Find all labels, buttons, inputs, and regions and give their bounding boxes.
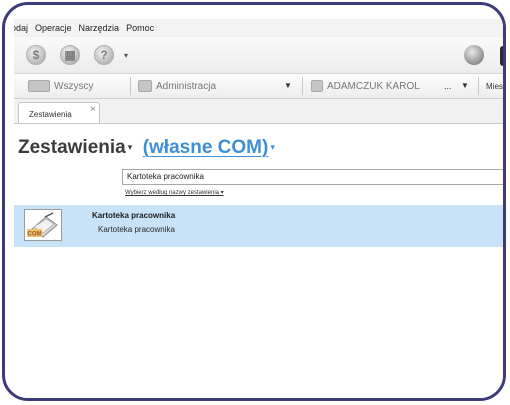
search-input[interactable]: Kartoteka pracownika (122, 169, 503, 185)
result-title: Kartoteka pracownika (92, 211, 176, 220)
tab-zestawienia[interactable]: Zestawienia × (18, 102, 100, 123)
tab-label: Zestawienia (29, 110, 72, 119)
result-description: Kartoteka pracownika (98, 225, 175, 234)
employee-dropdown-arrow[interactable]: ▼ (461, 74, 469, 98)
icon-toolbar: $ ▦ ? ▾ (14, 37, 503, 74)
help-icon[interactable]: ? (94, 45, 114, 65)
person-icon (311, 80, 323, 92)
context-bar: Wszyscy Administracja ▼ ADAMCZUK KAROL .… (14, 74, 505, 99)
page-subtitle-link[interactable]: (własne COM) (143, 137, 269, 158)
globe-icon[interactable] (464, 45, 484, 65)
filter-all-button[interactable]: Wszyscy (28, 74, 93, 98)
separator (302, 77, 303, 95)
chevron-down-icon[interactable]: ▾ (128, 142, 133, 152)
calculator-icon[interactable]: ▦ (60, 45, 80, 65)
search-mode-dropdown[interactable]: Wybierz według nazwy zestawienia ▾ (125, 189, 224, 196)
tab-strip: Zestawienia × (14, 99, 503, 124)
menu-bar: odaj Operacje Narzędzia Pomoc (14, 19, 503, 37)
list-item[interactable]: COM Kartoteka pracownika Kartoteka praco… (14, 205, 503, 247)
book-icon[interactable] (500, 46, 503, 66)
menu-item-dodaj[interactable]: odaj (14, 23, 28, 33)
help-dropdown-arrow[interactable]: ▾ (124, 51, 128, 60)
menu-item-pomoc[interactable]: Pomoc (126, 23, 154, 33)
screenshot-frame: odaj Operacje Narzędzia Pomoc $ ▦ ? ▾ Ws… (2, 2, 506, 401)
employee-select[interactable]: ADAMCZUK KAROL (311, 74, 420, 98)
department-dropdown-arrow[interactable]: ▼ (284, 74, 292, 98)
filter-all-label: Wszyscy (54, 80, 94, 92)
app-window: odaj Operacje Narzędzia Pomoc $ ▦ ? ▾ Ws… (14, 19, 505, 398)
department-select[interactable]: Administracja (138, 74, 216, 98)
people-icon (138, 80, 152, 92)
help-glyph: ? (100, 48, 108, 62)
period-select[interactable]: Miesiąc (486, 74, 505, 98)
employee-more[interactable]: ... (444, 74, 452, 98)
report-com-icon: COM (24, 209, 62, 241)
page-title: Zestawienia ▾ (własne COM) ▾ (18, 137, 275, 161)
separator (130, 77, 131, 95)
menu-item-operacje[interactable]: Operacje (35, 23, 72, 33)
department-label: Administracja (156, 80, 217, 92)
separator (478, 77, 479, 95)
close-icon[interactable]: × (90, 104, 96, 115)
dollar-icon[interactable]: $ (26, 45, 46, 65)
people-group-icon (28, 80, 50, 92)
page-title-text[interactable]: Zestawienia (18, 137, 126, 158)
icon-badge: COM (28, 232, 42, 238)
chevron-down-icon[interactable]: ▾ (270, 142, 275, 152)
menu-item-narzedzia[interactable]: Narzędzia (79, 23, 120, 33)
period-label: Miesiąc (486, 81, 505, 91)
employee-label: ADAMCZUK KAROL (327, 80, 420, 92)
